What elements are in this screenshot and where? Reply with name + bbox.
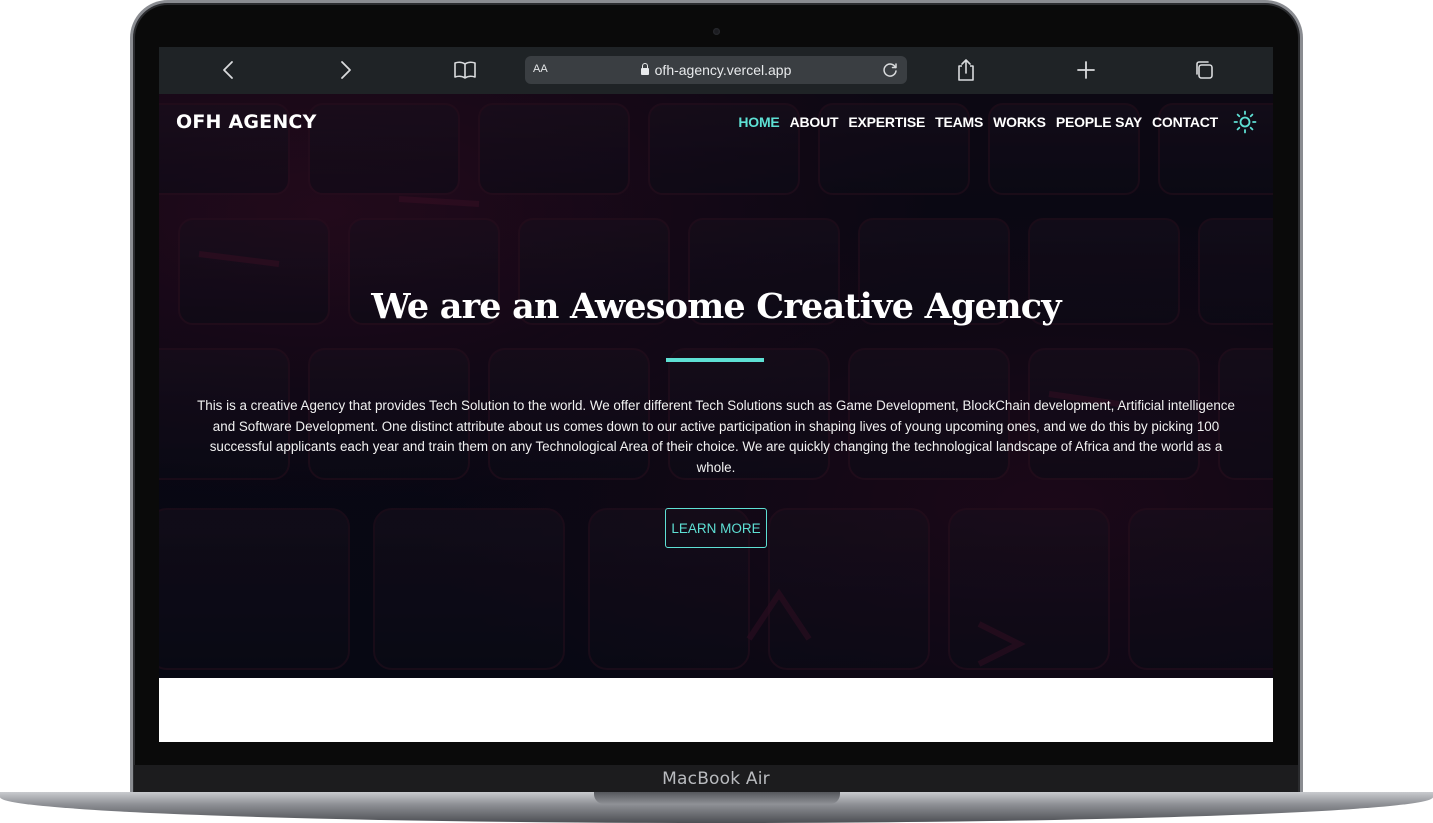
url-text: ofh-agency.vercel.app [654, 62, 792, 78]
next-section [159, 678, 1273, 742]
hero-section: OFH AGENCY HOME ABOUT EXPERTISE TEAMS WO… [159, 94, 1273, 678]
book-icon[interactable] [450, 57, 480, 83]
hero-content: We are an Awesome Creative Agency This i… [189, 94, 1243, 678]
hero-divider [666, 358, 764, 362]
screen: AA ofh-agency.vercel.app OFH AGENCY HOME… [159, 47, 1273, 742]
reload-icon[interactable] [879, 59, 901, 81]
share-icon[interactable] [951, 57, 981, 83]
camera-icon [713, 28, 720, 35]
device-label: MacBook Air [662, 769, 770, 789]
learn-more-button[interactable]: LEARN MORE [665, 508, 767, 548]
address-bar[interactable]: AA ofh-agency.vercel.app [525, 56, 907, 84]
tabs-icon[interactable] [1189, 57, 1219, 83]
laptop-chin: MacBook Air [134, 765, 1298, 795]
chevron-right-icon[interactable] [331, 57, 361, 83]
laptop-notch [594, 792, 840, 804]
browser-toolbar: AA ofh-agency.vercel.app [159, 47, 1273, 94]
hero-title: We are an Awesome Creative Agency [371, 286, 1061, 327]
chevron-left-icon[interactable] [213, 57, 243, 83]
url-display[interactable]: ofh-agency.vercel.app [525, 62, 907, 78]
lock-icon [640, 63, 649, 75]
plus-icon[interactable] [1071, 57, 1101, 83]
hero-description: This is a creative Agency that provides … [197, 398, 1235, 475]
